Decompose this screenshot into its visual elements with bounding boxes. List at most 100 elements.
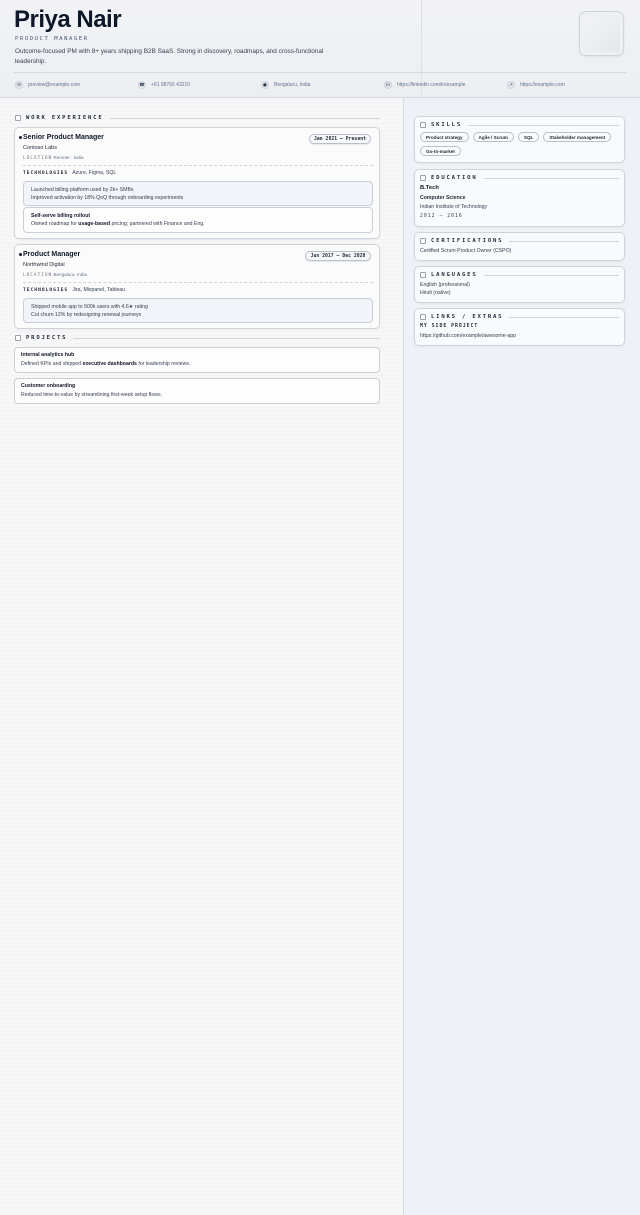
highlight-item: Launched billing platform used by 2k+ SM… [31, 187, 134, 193]
skill-chip: SQL [517, 132, 540, 142]
phone-icon: ☎ [138, 81, 146, 89]
certification-item: Certified Scrum Product Owner (CSPO) [420, 248, 512, 254]
job-location: LOCATION Bengaluru, India [23, 272, 87, 278]
certifications-heading: CERTIFICATIONS [420, 238, 619, 244]
job-location-text: Remote · India [53, 155, 84, 160]
contact-email[interactable]: ✉ preview@example.com [15, 80, 80, 90]
education-school: Indian Institute of Technology [420, 204, 488, 210]
side-project-link[interactable]: https://github.com/example/awesome-app [420, 332, 516, 340]
highlight-item: Shipped mobile app to 500k users with 4.… [31, 304, 148, 310]
contact-phone[interactable]: ☎ +91 98765 43210 [138, 80, 190, 90]
skill-chip: Product strategy [420, 132, 469, 142]
link-icon: ↗ [507, 81, 515, 89]
mail-icon: ✉ [15, 81, 23, 89]
project-card: Customer onboarding Reduced time-to-valu… [14, 378, 380, 404]
job-title: Senior Product Manager [23, 134, 104, 141]
project-title: Customer onboarding [21, 383, 76, 389]
work-experience-heading: WORK EXPERIENCE [15, 115, 380, 121]
highlight-item: Cut churn 12% by redesigning renewal jou… [31, 312, 142, 318]
languages-heading: LANGUAGES [420, 272, 619, 278]
subproject-description: Owned roadmap for usage-based pricing; p… [31, 221, 205, 227]
contact-location: ● Bengaluru, India [261, 80, 310, 90]
links-heading: LINKS / EXTRAS [420, 314, 619, 320]
section-rule [483, 274, 619, 276]
job-technologies: TECHNOLOGIES Azure, Figma, SQL [23, 170, 116, 176]
contact-phone-text: +91 98765 43210 [151, 82, 191, 88]
skill-chip: Stakeholder management [543, 132, 612, 142]
job-divider [23, 165, 373, 166]
section-rule [509, 240, 619, 242]
skill-chip: Go-to-market [420, 146, 461, 156]
education-field: Computer Science [420, 195, 466, 201]
location-label: LOCATION [23, 156, 53, 161]
skills-list: Product strategy Agile / Scrum SQL Stake… [420, 132, 620, 156]
section-checkbox-icon [420, 175, 426, 181]
job-technologies: TECHNOLOGIES Jira, Mixpanel, Tableau [23, 287, 125, 293]
section-rule [483, 177, 619, 179]
education-title: EDUCATION [431, 175, 478, 181]
projects-heading: PROJECTS [15, 335, 380, 341]
contact-location-text: Bengaluru, India [274, 82, 311, 88]
location-pin-icon: ● [261, 81, 269, 89]
skills-title: SKILLS [431, 122, 463, 128]
location-label: LOCATION [23, 273, 53, 278]
languages-title: LANGUAGES [431, 272, 478, 278]
job-highlights: Launched billing platform used by 2k+ SM… [23, 181, 373, 206]
section-checkbox-icon [420, 272, 426, 278]
skill-chip: Agile / Scrum [472, 132, 514, 142]
side-project-label: MY SIDE PROJECT [420, 324, 479, 329]
section-rule [73, 337, 380, 339]
certifications-title: CERTIFICATIONS [431, 238, 504, 244]
contact-linkedin-text: https://linkedin.com/in/example [397, 82, 466, 88]
job-bullet-icon [19, 253, 22, 256]
section-checkbox-icon [420, 314, 426, 320]
highlight-item: Improved activation by 18% QoQ through o… [31, 195, 184, 201]
project-description: Reduced time-to-value by streamlining fi… [21, 392, 162, 398]
work-experience-title: WORK EXPERIENCE [26, 115, 104, 121]
candidate-name: Priya Nair [14, 6, 122, 33]
contact-website[interactable]: ↗ https://example.com [507, 80, 565, 90]
job-dates: Jun 2017 — Dec 2020 [305, 251, 371, 261]
language-item: English (professional) [420, 282, 470, 288]
technologies-label: TECHNOLOGIES [23, 288, 69, 293]
job-company: Northwind Digital [23, 262, 65, 268]
education-degree: B.Tech [420, 185, 439, 191]
subproject-title: Self-serve billing rollout [31, 213, 91, 219]
project-description: Defined KPIs and shipped executive dashb… [21, 361, 191, 367]
contact-divider [14, 72, 626, 73]
section-checkbox-icon [420, 122, 426, 128]
language-item: Hindi (native) [420, 290, 451, 296]
avatar [579, 11, 624, 56]
section-checkbox-icon [420, 238, 426, 244]
skills-heading: SKILLS [420, 122, 619, 128]
projects-title: PROJECTS [26, 335, 68, 341]
job-card: Senior Product Manager Jan 2021 — Presen… [14, 127, 380, 239]
job-subproject: Self-serve billing rollout Owned roadmap… [23, 207, 373, 233]
project-title: Internal analytics hub [21, 352, 75, 358]
job-dates: Jan 2021 — Present [309, 134, 371, 144]
education-heading: EDUCATION [420, 175, 619, 181]
job-divider [23, 282, 373, 283]
job-technologies-text: Azure, Figma, SQL [72, 170, 117, 176]
job-technologies-text: Jira, Mixpanel, Tableau [72, 287, 126, 293]
links-title: LINKS / EXTRAS [431, 314, 504, 320]
contact-website-text: https://example.com [520, 82, 565, 88]
section-rule [509, 316, 619, 318]
section-rule [468, 124, 619, 126]
section-checkbox-icon [15, 115, 21, 121]
candidate-role: PRODUCT MANAGER [15, 36, 89, 42]
technologies-label: TECHNOLOGIES [23, 171, 69, 176]
resume-header: Priya Nair PRODUCT MANAGER Outcome-focus… [0, 0, 640, 98]
project-card: Internal analytics hub Defined KPIs and … [14, 347, 380, 373]
job-location: LOCATION Remote · India [23, 155, 84, 161]
contact-linkedin[interactable]: in https://linkedin.com/in/example [384, 80, 465, 90]
job-bullet-icon [19, 136, 22, 139]
education-years: 2012 — 2016 [420, 214, 463, 219]
job-card: Product Manager Jun 2017 — Dec 2020 Nort… [14, 244, 380, 329]
profile-summary: Outcome-focused PM with 8+ years shippin… [15, 48, 324, 65]
job-company: Contoso Labs [23, 145, 57, 151]
job-highlights: Shipped mobile app to 500k users with 4.… [23, 298, 373, 323]
job-title: Product Manager [23, 251, 81, 258]
section-checkbox-icon [15, 335, 21, 341]
contact-email-text: preview@example.com [28, 82, 81, 88]
